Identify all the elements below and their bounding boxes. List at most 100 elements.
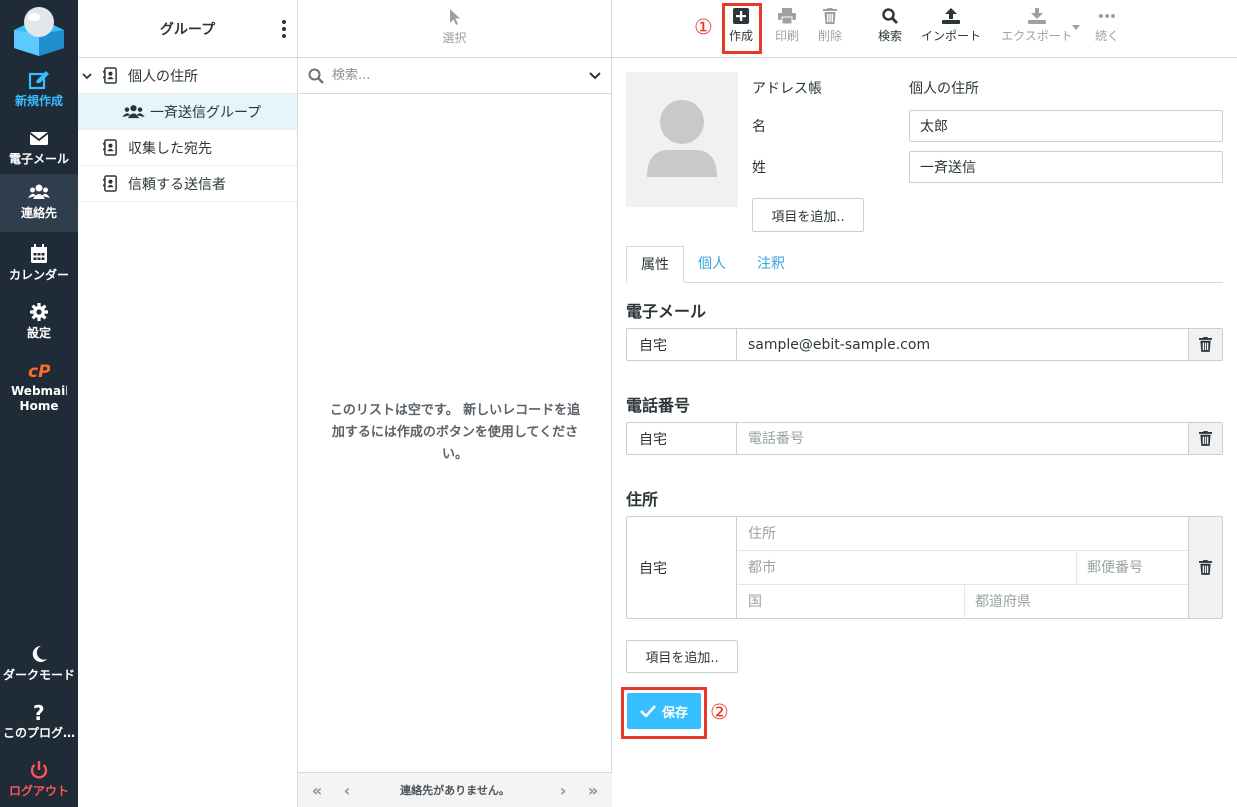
search-label: 検索 (877, 29, 902, 43)
app-nav: 新規作成 電子メール 連絡先 カレンダー 設定 cP Webmail Home … (0, 0, 78, 807)
trash-icon (823, 8, 837, 24)
street-field[interactable] (738, 517, 1189, 551)
firstname-label: 名 (752, 119, 766, 135)
nav-dark-mode[interactable]: ダークモード (0, 636, 78, 694)
nav-settings[interactable]: 設定 (0, 294, 78, 352)
printer-icon (778, 8, 796, 24)
nav-compose[interactable]: 新規作成 (0, 62, 78, 120)
select-label: 選択 (442, 31, 467, 45)
phone-type-select[interactable]: 自宅 (627, 423, 737, 454)
phone-row: 自宅 (626, 422, 1223, 455)
addressbook-icon (103, 175, 117, 192)
contacts-icon (28, 184, 50, 199)
groups-title: グループ (159, 21, 216, 38)
nav-logout[interactable]: ログアウト (0, 752, 78, 807)
phone-section-title: 電話番号 (626, 396, 691, 415)
firstname-field[interactable] (909, 110, 1223, 142)
tab-personal[interactable]: 個人 (686, 246, 738, 283)
add-field-button-2[interactable]: 項目を追加.. (626, 640, 738, 673)
empty-list-message: このリストは空です。 新しいレコードを追加するには作成のボタンを使用してください… (329, 403, 581, 462)
city-field[interactable] (738, 551, 1077, 585)
group-item-collected[interactable]: 収集した宛先 (78, 130, 297, 166)
email-section-title: 電子メール (626, 302, 707, 321)
contact-list-panel: 選択 このリストは空です。 新しいレコードを追加するには作成のボタンを使用してく… (298, 0, 612, 807)
tab-notes[interactable]: 注釈 (742, 246, 800, 283)
group-users-icon (122, 105, 145, 119)
kebab-menu-icon[interactable] (279, 18, 289, 40)
search-input[interactable] (332, 68, 572, 83)
list-status: 連絡先がありません。 (400, 784, 510, 797)
nav-webmail-home[interactable]: cP Webmail Home (0, 352, 78, 414)
last-page-button[interactable]: » (582, 781, 604, 800)
country-field[interactable] (738, 585, 965, 619)
list-toolbar: 選択 (298, 0, 611, 58)
contact-photo[interactable] (626, 72, 738, 207)
group-item-broadcast[interactable]: 一斉送信グループ (78, 94, 297, 130)
first-page-button[interactable]: « (306, 781, 328, 800)
chevron-down-icon[interactable] (589, 71, 601, 81)
delete-email-button[interactable] (1188, 329, 1222, 360)
caret-down-icon[interactable] (1072, 25, 1080, 31)
phone-field[interactable] (738, 423, 1188, 454)
step-marker-1: ① (694, 15, 713, 39)
nav-dark-mode-label: ダークモード (2, 668, 75, 682)
pointer-icon (449, 9, 460, 25)
delete-phone-button[interactable] (1188, 423, 1222, 454)
list-footer: « ‹ 連絡先がありません。 › » (298, 772, 612, 807)
lastname-field[interactable] (909, 151, 1223, 183)
chevron-down-icon[interactable] (82, 71, 92, 81)
email-field[interactable] (738, 329, 1188, 360)
nav-mail[interactable]: 電子メール (0, 120, 78, 178)
roundcube-logo[interactable] (12, 4, 66, 56)
region-field[interactable] (965, 585, 1189, 619)
more-button[interactable]: 続く (1080, 0, 1134, 44)
cpanel-icon: cP (28, 362, 50, 380)
nav-about-label: このプログ… (2, 726, 75, 740)
delete-button[interactable]: 削除 (803, 0, 857, 44)
export-button[interactable]: エクスポート (989, 0, 1085, 44)
search-button[interactable]: 検索 (863, 0, 917, 44)
addressbook-label: アドレス帳 (752, 81, 822, 97)
nav-compose-label: 新規作成 (14, 94, 63, 108)
groups-panel: グループ 個人の住所 一斉送信グループ 収集した宛先 信頼する送信者 (78, 0, 298, 807)
nav-calendar-label: カレンダー (8, 268, 69, 282)
group-item-label: 収集した宛先 (128, 140, 212, 157)
nav-calendar[interactable]: カレンダー (0, 236, 78, 294)
download-icon (1028, 8, 1046, 24)
nav-mail-label: 電子メール (8, 152, 69, 166)
address-type-select[interactable]: 自宅 (627, 517, 737, 618)
zip-field[interactable] (1077, 551, 1189, 585)
highlight-box-create (722, 3, 762, 54)
import-label: インポート (920, 29, 981, 43)
prev-page-button[interactable]: ‹ (336, 781, 358, 800)
power-icon (30, 761, 48, 779)
envelope-icon (29, 132, 49, 145)
select-button[interactable]: 選択 (427, 0, 483, 57)
group-item-label: 信頼する送信者 (128, 176, 226, 193)
group-item-label: 個人の住所 (128, 68, 198, 85)
trash-icon (1199, 337, 1212, 352)
step-marker-2: ② (710, 700, 729, 724)
nav-about[interactable]: ? このプログ… (0, 694, 78, 752)
address-section-title: 住所 (626, 490, 659, 509)
add-field-button[interactable]: 項目を追加.. (752, 198, 864, 232)
delete-address-button[interactable] (1188, 517, 1222, 618)
email-type-select[interactable]: 自宅 (627, 329, 737, 360)
group-item-personal[interactable]: 個人の住所 (78, 58, 297, 94)
address-row: 自宅 (626, 516, 1223, 619)
next-page-button[interactable]: › (552, 781, 574, 800)
group-item-trusted[interactable]: 信頼する送信者 (78, 166, 297, 202)
nav-webmail-home-label: Webmail Home (11, 384, 67, 413)
moon-icon (32, 645, 47, 662)
svg-text:?: ? (33, 702, 45, 722)
import-button[interactable]: インポート (911, 0, 991, 44)
nav-contacts[interactable]: 連絡先 (0, 174, 78, 232)
search-bar (298, 58, 611, 94)
export-label: エクスポート (1001, 29, 1073, 43)
calendar-icon (31, 244, 47, 263)
nav-settings-label: 設定 (26, 326, 51, 340)
trash-icon (1199, 560, 1212, 575)
tab-properties[interactable]: 属性 (626, 246, 684, 283)
save-button[interactable]: 保存 (627, 693, 701, 729)
delete-label: 削除 (817, 29, 842, 43)
